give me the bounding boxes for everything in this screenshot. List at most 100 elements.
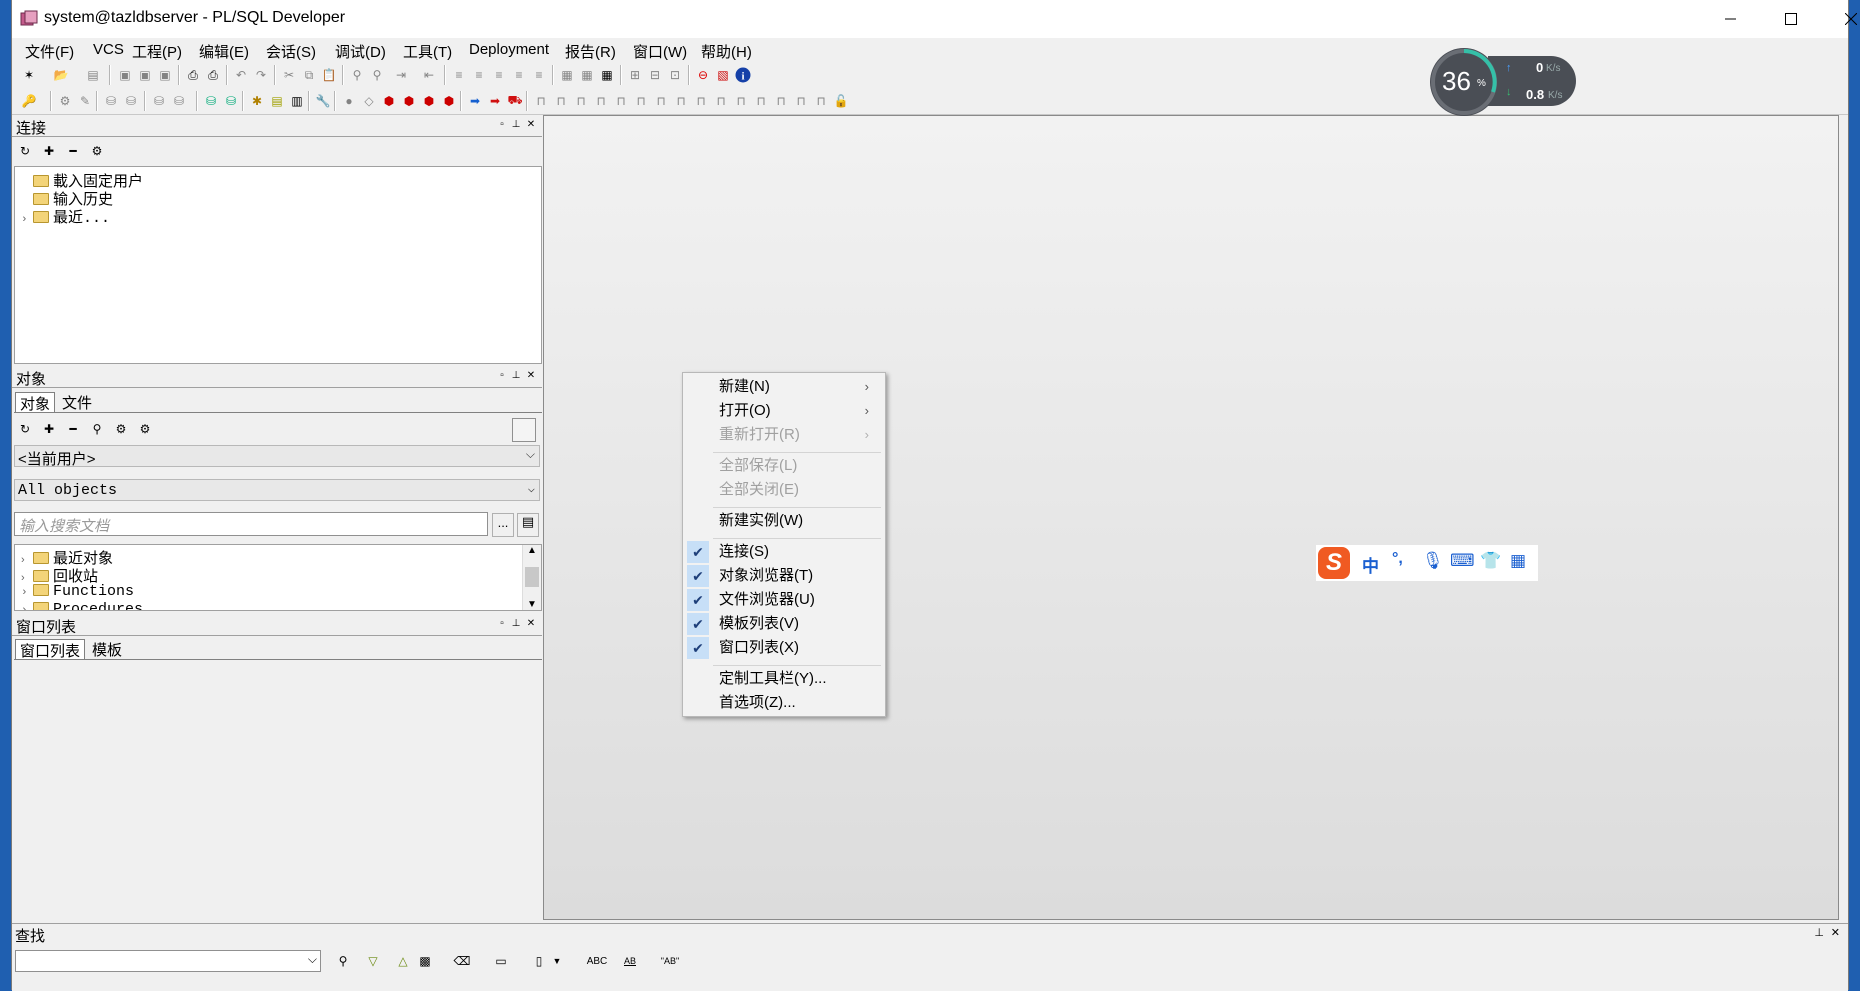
expand-icon[interactable]: ›	[21, 214, 33, 226]
cut-icon[interactable]: ✂	[280, 66, 298, 84]
break-icon[interactable]: ✎	[76, 92, 94, 110]
oracle-icon[interactable]: ⊖	[694, 66, 712, 84]
bookmark-icon[interactable]: ▦	[558, 66, 576, 84]
color-swatch[interactable]	[512, 418, 536, 442]
tree-item[interactable]: › Functions	[21, 583, 134, 601]
tree-item[interactable]: › 最近对象	[21, 547, 113, 567]
menu-new-instance[interactable]: 新建实例(W)	[719, 510, 803, 532]
arrow-right-red-icon[interactable]: ➡	[486, 92, 504, 110]
menu-file[interactable]: 文件(F)	[25, 41, 74, 62]
notes-icon[interactable]: ▤	[268, 92, 286, 110]
debug-stop-icon[interactable]: ⬢	[380, 92, 398, 110]
panel-float-icon[interactable]: ▫	[496, 119, 508, 131]
ime-mode-toggle[interactable]: 中	[1362, 552, 1379, 577]
rollback-icon[interactable]: ⛁	[122, 92, 140, 110]
refresh-icon[interactable]: ↻	[16, 142, 34, 160]
document-icon[interactable]: ▯	[530, 952, 548, 970]
panel-float-icon[interactable]: ▫	[496, 618, 508, 630]
panel-close-icon[interactable]: ✕	[525, 618, 537, 630]
lock-icon-10[interactable]: ⊓	[712, 92, 730, 110]
tile-windows-icon[interactable]: ⊞	[626, 66, 644, 84]
pdf-icon[interactable]: ▧	[714, 66, 732, 84]
disconnect-icon[interactable]: ⛟	[506, 92, 524, 110]
db-disconnect-icon[interactable]: ⛁	[222, 92, 240, 110]
menu-customize-toolbar[interactable]: 定制工具栏(Y)...	[719, 668, 827, 690]
menu-debug[interactable]: 调试(D)	[335, 41, 386, 62]
commit-icon[interactable]: ⛁	[102, 92, 120, 110]
lock-icon-12[interactable]: ⊓	[752, 92, 770, 110]
replace-icon[interactable]: ⚲	[368, 66, 386, 84]
step-into-icon[interactable]: ⬢	[400, 92, 418, 110]
log-on-icon[interactable]: 🔑	[20, 92, 38, 110]
copy-icon[interactable]: ⧉	[300, 66, 318, 84]
panel-close-icon[interactable]: ✕	[1831, 926, 1840, 939]
dropdown-arrow-icon[interactable]: ▼	[548, 952, 566, 970]
sql-window-icon[interactable]: ⛁	[150, 92, 168, 110]
ime-toolbar[interactable]: S 中 °, 🎙 ⌨ 👕 ▦	[1316, 545, 1538, 581]
lock-icon-11[interactable]: ⊓	[732, 92, 750, 110]
lock-icon-13[interactable]: ⊓	[772, 92, 790, 110]
menu-deployment[interactable]: Deployment	[469, 41, 549, 58]
panel-close-icon[interactable]: ✕	[525, 370, 537, 382]
panel-close-icon[interactable]: ✕	[525, 119, 537, 131]
quoted-word-button[interactable]: "AB"	[656, 952, 684, 970]
minimize-button[interactable]	[1701, 0, 1761, 38]
menu-help[interactable]: 帮助(H)	[701, 41, 752, 62]
add-icon[interactable]: ✚	[40, 142, 58, 160]
menu-edit[interactable]: 编辑(E)	[199, 41, 249, 62]
info-icon[interactable]: i	[734, 66, 752, 84]
step-over-icon[interactable]: ⬢	[420, 92, 438, 110]
bookmark-prev-icon[interactable]: ▦	[598, 66, 616, 84]
lock-icon-1[interactable]: ⊓	[532, 92, 550, 110]
object-filter-select[interactable]: All objects ⌵	[14, 479, 540, 501]
tree-item[interactable]: 输入历史	[21, 188, 113, 208]
refresh-icon[interactable]: ↻	[16, 420, 34, 438]
tools-icon[interactable]: ✱	[248, 92, 266, 110]
keyboard-icon[interactable]: ⌨	[1450, 551, 1475, 571]
arrow-right-blue-icon[interactable]: ➡	[466, 92, 484, 110]
properties-icon[interactable]: ⚙	[88, 142, 106, 160]
comment-icon[interactable]: ⇤	[420, 66, 438, 84]
tab-objects[interactable]: 对象	[15, 392, 56, 413]
toolbox-grid-icon[interactable]: ▦	[1510, 551, 1526, 571]
debug-start-icon[interactable]: ●	[340, 92, 358, 110]
chevron-down-icon[interactable]: ⌵	[308, 952, 317, 967]
save-as-icon[interactable]: ▣	[136, 66, 154, 84]
menu-preferences[interactable]: 首选项(Z)...	[719, 692, 796, 714]
menu-template-list[interactable]: 模板列表(V)	[719, 613, 799, 635]
panel-pin-icon[interactable]: ⊥	[510, 119, 522, 131]
microphone-icon[interactable]: 🎙	[1422, 551, 1444, 571]
print-icon[interactable]: ⎙	[184, 66, 202, 84]
menu-save-all[interactable]: 全部保存(L)	[719, 455, 797, 477]
lock-icon-4[interactable]: ⊓	[592, 92, 610, 110]
lock-icon-14[interactable]: ⊓	[792, 92, 810, 110]
find-icon[interactable]: ⚲	[348, 66, 366, 84]
paste-icon[interactable]: 📋	[320, 66, 338, 84]
search-doc-icon[interactable]: ▤	[517, 513, 539, 537]
lock-icon-3[interactable]: ⊓	[572, 92, 590, 110]
panel-pin-icon[interactable]: ⊥	[510, 618, 522, 630]
lock-icon-15[interactable]: ⊓	[812, 92, 830, 110]
execute-icon[interactable]: ⚙	[56, 92, 74, 110]
arrange-icon[interactable]: ⊡	[666, 66, 684, 84]
find-prev-icon[interactable]: △	[394, 952, 412, 970]
expand-icon[interactable]: ›	[21, 605, 33, 610]
menu-vcs[interactable]: VCS	[93, 41, 124, 58]
ime-punctuation-toggle[interactable]: °,	[1392, 550, 1403, 568]
debug-run-icon[interactable]: ◇	[360, 92, 378, 110]
panel-pin-icon[interactable]: ⊥	[1814, 926, 1824, 939]
panel-float-icon[interactable]: ▫	[496, 370, 508, 382]
selection-icon[interactable]: ▭	[492, 952, 510, 970]
maximize-button[interactable]	[1761, 0, 1821, 38]
scrollbar[interactable]: ▲ ▼	[522, 545, 541, 610]
save-all-icon[interactable]: ▣	[156, 66, 174, 84]
network-monitor[interactable]: 36 % ↑ 0 K/s ↓ 0.8 K/s	[1428, 46, 1578, 118]
filter-icon[interactable]: ⚙	[112, 420, 130, 438]
find-binoculars-icon[interactable]: ⚲	[88, 420, 106, 438]
menu-new[interactable]: 新建(N) ›	[719, 376, 879, 398]
lock-icon-6[interactable]: ⊓	[632, 92, 650, 110]
new-icon[interactable]: ✶	[20, 66, 38, 84]
wrench-icon[interactable]: 🔧	[314, 92, 332, 110]
scroll-up-icon[interactable]: ▲	[527, 545, 537, 556]
close-button[interactable]	[1821, 0, 1860, 38]
